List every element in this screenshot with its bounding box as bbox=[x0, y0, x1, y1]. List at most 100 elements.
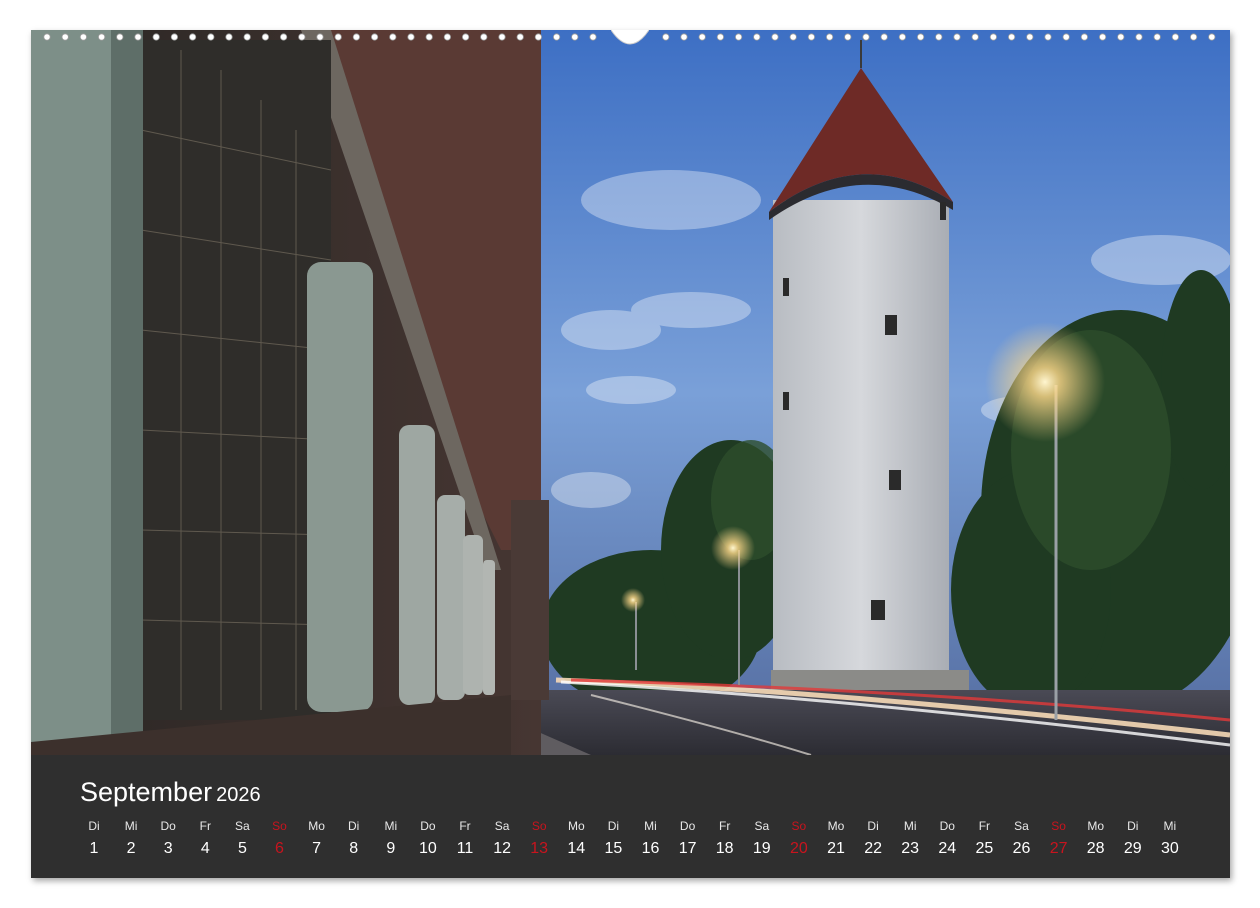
weekday-label: Fr bbox=[719, 819, 731, 833]
day-cell: Mo 21 bbox=[816, 819, 856, 858]
day-cell: Sa 19 bbox=[742, 819, 782, 858]
day-cell: So 27 bbox=[1039, 819, 1079, 858]
day-number: 16 bbox=[641, 840, 660, 857]
day-cell: Di 15 bbox=[593, 819, 633, 858]
binding-hole bbox=[844, 33, 852, 41]
binding-hole bbox=[680, 33, 688, 41]
binding-hole bbox=[280, 33, 288, 41]
day-number: 8 bbox=[349, 840, 359, 857]
day-number: 5 bbox=[237, 840, 247, 857]
weekday-label: Di bbox=[607, 819, 620, 833]
binding-hole bbox=[334, 33, 342, 41]
day-number: 14 bbox=[567, 840, 586, 857]
day-cell: Mi 16 bbox=[631, 819, 671, 858]
binding-hole bbox=[443, 33, 451, 41]
day-number: 12 bbox=[493, 840, 511, 857]
day-number: 9 bbox=[386, 840, 396, 857]
day-number: 27 bbox=[1049, 840, 1068, 857]
weekday-label: Mi bbox=[1163, 819, 1177, 833]
day-number: 30 bbox=[1160, 840, 1179, 857]
day-cell: Mi 30 bbox=[1150, 819, 1190, 858]
day-number: 29 bbox=[1123, 840, 1142, 857]
binding-hole bbox=[316, 33, 324, 41]
day-number: 10 bbox=[418, 840, 437, 857]
binding-hole bbox=[243, 33, 251, 41]
day-cell: Mi 2 bbox=[111, 819, 151, 858]
day-number: 2 bbox=[126, 840, 136, 857]
binding-hole bbox=[352, 33, 360, 41]
weekday-label: Di bbox=[867, 819, 879, 833]
day-row: Di 1 Mi 2 Do 3 Fr 4 Sa 5 So 6 Mo 7 Di 8 Mi 9 Do 10 Fr 11 Sa 12 S… bbox=[31, 819, 1230, 869]
day-number: 19 bbox=[752, 840, 771, 857]
weekday-label: Mi bbox=[384, 819, 398, 833]
day-number: 28 bbox=[1086, 840, 1105, 857]
binding-hole bbox=[880, 33, 888, 41]
day-number: 17 bbox=[678, 840, 697, 857]
weekday-label: Di bbox=[348, 819, 360, 833]
day-cell: So 13 bbox=[519, 819, 559, 858]
binding-hole bbox=[789, 33, 797, 41]
day-cell: Do 17 bbox=[668, 819, 708, 858]
day-number: 26 bbox=[1012, 840, 1031, 857]
binding-hole bbox=[807, 33, 816, 41]
binding-hole bbox=[825, 33, 834, 41]
binding-hole bbox=[1026, 33, 1034, 41]
binding-hole bbox=[1153, 33, 1161, 41]
binding-hole bbox=[261, 33, 269, 41]
day-number: 23 bbox=[901, 840, 920, 857]
binding-hole bbox=[1117, 33, 1125, 41]
day-number: 15 bbox=[604, 840, 623, 857]
binding-hole bbox=[516, 33, 524, 41]
day-cell: Do 3 bbox=[148, 819, 188, 858]
binding-hole bbox=[98, 33, 106, 41]
binding-hole bbox=[370, 33, 379, 41]
binding-hole bbox=[898, 33, 907, 41]
day-cell: So 6 bbox=[260, 819, 300, 858]
day-number: 24 bbox=[938, 840, 957, 857]
weekday-label: So bbox=[531, 819, 547, 833]
binding-hole bbox=[862, 33, 870, 41]
binding-hole bbox=[971, 33, 979, 41]
day-cell: Fr 18 bbox=[705, 819, 745, 858]
month-name: September bbox=[80, 777, 213, 807]
binding-hole bbox=[771, 33, 779, 41]
weekday-label: Mi bbox=[903, 819, 917, 833]
binding-hole bbox=[571, 33, 579, 41]
day-cell: Sa 5 bbox=[222, 819, 262, 858]
weekday-label: So bbox=[272, 819, 287, 833]
weekday-label: Fr bbox=[199, 819, 211, 833]
binding-hole bbox=[170, 33, 178, 41]
day-cell: Sa 12 bbox=[482, 819, 522, 858]
weekday-label: Sa bbox=[494, 819, 510, 833]
cover-photo bbox=[31, 30, 1230, 755]
calendar-page: September 2026 Di 1 Mi 2 Do 3 Fr 4 Sa 5 So 6 Mo 7 Di 8 Mi… bbox=[31, 29, 1230, 878]
binding-hole bbox=[916, 33, 925, 41]
day-number: 22 bbox=[864, 840, 882, 857]
day-cell: So 20 bbox=[779, 819, 819, 858]
binding-hole bbox=[935, 33, 943, 41]
binding-hole bbox=[1135, 33, 1143, 41]
binding-hole bbox=[1190, 33, 1198, 41]
binding-hole bbox=[389, 33, 397, 41]
weekday-label: Di bbox=[1127, 819, 1139, 833]
weekday-label: Do bbox=[160, 819, 176, 833]
weekday-label: Do bbox=[939, 819, 955, 833]
weekday-label: Fr bbox=[978, 819, 991, 833]
day-number: 18 bbox=[715, 840, 734, 857]
day-cell: Do 10 bbox=[408, 819, 448, 858]
weekday-label: Mo bbox=[827, 819, 845, 833]
binding-hole bbox=[480, 33, 488, 41]
binding-hole bbox=[425, 33, 433, 41]
binding-hole bbox=[552, 33, 561, 41]
day-cell: Di 29 bbox=[1113, 819, 1153, 858]
weekday-label: So bbox=[791, 819, 807, 833]
weekday-label: Sa bbox=[754, 819, 770, 833]
weekday-label: Fr bbox=[459, 819, 471, 833]
weekday-label: Do bbox=[679, 819, 696, 833]
binding-hole bbox=[989, 33, 998, 41]
year-label: 2026 bbox=[216, 784, 261, 806]
binding-hole bbox=[1044, 33, 1052, 41]
day-number: 6 bbox=[275, 840, 284, 857]
binding-hole bbox=[461, 33, 470, 41]
day-cell: Mo 28 bbox=[1076, 819, 1116, 858]
